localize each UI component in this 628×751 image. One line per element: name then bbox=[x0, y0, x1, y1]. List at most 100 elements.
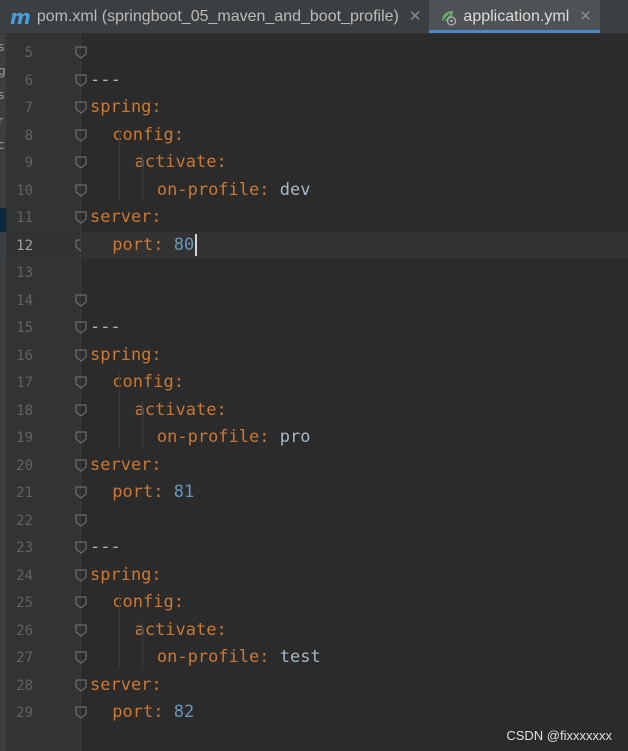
code-line[interactable]: on-profile: test bbox=[81, 644, 628, 672]
yaml-colon: : bbox=[173, 592, 184, 612]
gutter-row: 8 bbox=[6, 122, 87, 150]
line-number: 11 bbox=[16, 210, 33, 226]
gutter-row: 21 bbox=[6, 479, 87, 507]
code-line[interactable]: config: bbox=[81, 369, 628, 397]
yaml-colon: : bbox=[153, 702, 164, 722]
code-line[interactable] bbox=[81, 287, 628, 315]
code-editor[interactable]: --- spring: config: activate: on-profile: de… bbox=[81, 34, 628, 751]
line-number: 19 bbox=[16, 430, 33, 446]
gutter-row: 16 bbox=[6, 342, 87, 370]
code-line[interactable]: port: 82 bbox=[81, 699, 628, 727]
indent-guide bbox=[119, 593, 121, 668]
gutter-row: 14 bbox=[6, 287, 87, 315]
line-number: 12 bbox=[16, 237, 33, 254]
line-number: 16 bbox=[16, 347, 33, 364]
code-line[interactable] bbox=[81, 507, 628, 535]
yaml-key: config bbox=[112, 372, 174, 392]
code-line[interactable]: spring: bbox=[81, 342, 628, 370]
yaml-key: server bbox=[90, 674, 152, 695]
code-line[interactable]: --- bbox=[81, 534, 628, 562]
yaml-key: spring bbox=[90, 344, 152, 365]
line-number: 10 bbox=[16, 182, 33, 199]
gutter-row: 15 bbox=[6, 314, 87, 342]
gutter-row: 24 bbox=[6, 562, 87, 590]
document-separator: --- bbox=[90, 69, 121, 90]
gutter-row: 22 bbox=[6, 507, 87, 535]
yaml-key: port bbox=[112, 234, 154, 255]
code-line[interactable]: port: 81 bbox=[81, 479, 628, 507]
line-number-gutter[interactable]: 5 6 7 8 9 10 11 12 13 14 15 16 17 18 19 20 21 22 23 24 25 26 2… bbox=[6, 34, 87, 751]
watermark: CSDN @fixxxxxxx bbox=[506, 728, 612, 743]
gutter-row: 18 bbox=[6, 397, 87, 425]
gutter-row: 10 bbox=[6, 177, 87, 205]
code-line[interactable]: --- bbox=[81, 314, 628, 342]
yaml-colon: : bbox=[151, 344, 162, 365]
line-number: 14 bbox=[16, 292, 33, 309]
code-line[interactable]: activate: bbox=[81, 617, 628, 645]
line-number: 7 bbox=[24, 100, 33, 116]
gutter-row: 13 bbox=[6, 259, 80, 287]
gutter-row: 25 bbox=[6, 589, 87, 617]
code-line[interactable]: spring: bbox=[81, 94, 628, 122]
line-number: 18 bbox=[16, 402, 33, 419]
yaml-colon: : bbox=[151, 564, 162, 585]
code-line[interactable]: server: bbox=[81, 672, 628, 700]
code-line[interactable]: server: bbox=[81, 204, 628, 232]
code-line[interactable] bbox=[81, 259, 628, 287]
tab-pom-xml[interactable]: m pom.xml (springboot_05_maven_and_boot_… bbox=[0, 0, 429, 33]
project-tree-fragment: s bbox=[0, 88, 5, 102]
yaml-key: on-profile bbox=[156, 647, 260, 667]
code-line[interactable]: on-profile: dev bbox=[81, 177, 628, 205]
yaml-value: 81 bbox=[173, 482, 195, 502]
yaml-key: port bbox=[112, 702, 154, 722]
line-number: 17 bbox=[16, 375, 33, 391]
line-number: 5 bbox=[24, 45, 33, 61]
line-number: 20 bbox=[16, 457, 33, 474]
code-line[interactable]: config: bbox=[81, 122, 628, 150]
yaml-value: test bbox=[279, 647, 321, 667]
code-line[interactable] bbox=[81, 39, 628, 67]
code-line[interactable]: spring: bbox=[81, 562, 628, 590]
spring-config-icon bbox=[439, 8, 457, 26]
indent-guide bbox=[141, 400, 143, 448]
close-icon[interactable]: ✕ bbox=[579, 9, 592, 24]
yaml-key: server bbox=[90, 207, 152, 227]
yaml-colon: : bbox=[151, 674, 162, 695]
line-number: 27 bbox=[16, 650, 33, 666]
gutter-row: 5 bbox=[6, 39, 87, 67]
code-line[interactable]: server: bbox=[81, 452, 628, 480]
gutter-row: 19 bbox=[6, 424, 87, 452]
yaml-colon: : bbox=[216, 152, 227, 172]
project-tree-fragment: r bbox=[0, 114, 3, 128]
gutter-row: 26 bbox=[6, 617, 87, 645]
code-line[interactable]: activate: bbox=[81, 149, 628, 177]
gutter-row: 9 bbox=[6, 149, 87, 177]
gutter-row: 11 bbox=[6, 204, 87, 232]
code-line[interactable]: --- bbox=[81, 67, 628, 95]
yaml-colon: : bbox=[173, 124, 184, 145]
yaml-colon: : bbox=[216, 399, 227, 420]
code-line[interactable]: on-profile: pro bbox=[81, 424, 628, 452]
yaml-key: config bbox=[112, 592, 174, 612]
yaml-colon: : bbox=[216, 619, 227, 640]
code-line[interactable]: port: 80 bbox=[81, 231, 628, 259]
document-separator: --- bbox=[90, 317, 121, 337]
code-line[interactable]: config: bbox=[81, 589, 628, 617]
tab-application-yml[interactable]: application.yml ✕ bbox=[429, 0, 601, 33]
yaml-value: pro bbox=[279, 427, 311, 447]
yaml-colon: : bbox=[259, 427, 270, 447]
project-tree-fragment: g bbox=[0, 64, 6, 78]
line-number: 8 bbox=[24, 127, 33, 144]
line-number: 28 bbox=[16, 677, 33, 694]
yaml-value: dev bbox=[279, 179, 311, 200]
document-separator: --- bbox=[90, 537, 121, 557]
line-number: 6 bbox=[24, 72, 33, 89]
yaml-key: server bbox=[90, 454, 152, 475]
yaml-key: on-profile bbox=[156, 427, 260, 447]
yaml-colon: : bbox=[151, 97, 162, 117]
gutter-row: 20 bbox=[6, 452, 87, 480]
code-line[interactable]: activate: bbox=[81, 397, 628, 425]
close-icon[interactable]: ✕ bbox=[409, 9, 422, 24]
indent-guide bbox=[141, 153, 143, 200]
line-number: 9 bbox=[24, 155, 33, 171]
